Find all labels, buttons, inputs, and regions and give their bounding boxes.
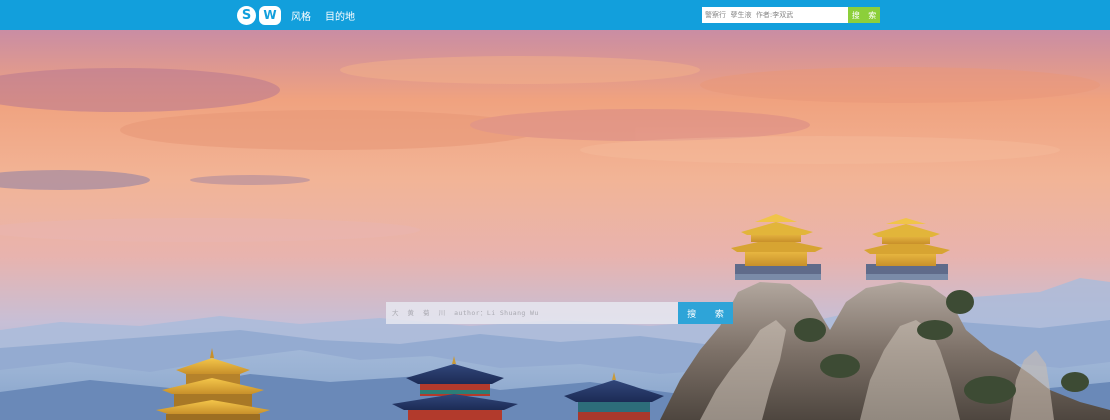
header-search: 搜 索 <box>702 7 880 23</box>
main-nav: 风格 目的地 <box>291 0 355 30</box>
hero-search-input[interactable] <box>386 302 678 324</box>
logo-w-icon: W <box>259 5 281 25</box>
logo-s-icon: S <box>237 5 256 25</box>
hero-landscape-image <box>0 30 1110 420</box>
top-nav-bar: S W 风格 目的地 搜 索 <box>0 0 1110 30</box>
hero-search: 搜 索 <box>386 302 733 324</box>
hero-banner: 搜 索 <box>0 30 1110 420</box>
hero-search-button[interactable]: 搜 索 <box>678 302 733 324</box>
header-search-button[interactable]: 搜 索 <box>848 7 880 23</box>
header-search-input[interactable] <box>702 7 848 23</box>
site-logo[interactable]: S W <box>237 5 281 25</box>
nav-item-style[interactable]: 风格 <box>291 8 311 23</box>
nav-item-destination[interactable]: 目的地 <box>325 8 355 23</box>
